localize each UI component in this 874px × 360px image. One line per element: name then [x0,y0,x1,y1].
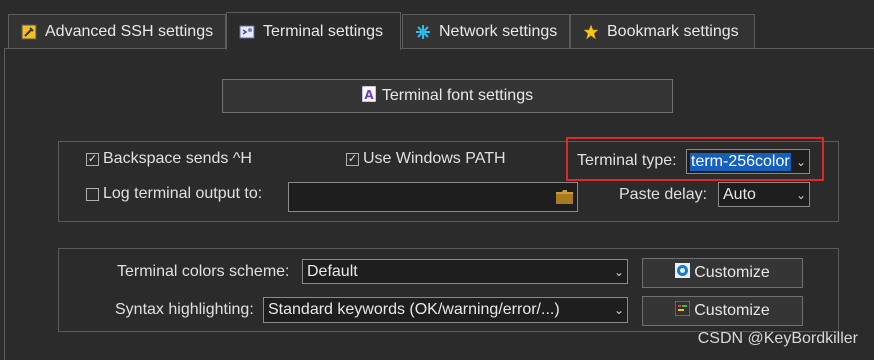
log-output-checkbox[interactable]: Log terminal output to: [86,185,262,203]
tab-bar: Advanced SSH settings Terminal settings … [0,0,874,50]
customize-label: Customize [694,264,770,281]
checkbox-box [86,187,99,201]
windows-path-checkbox[interactable]: ✓ Use Windows PATH [346,150,506,168]
colors-scheme-dropdown[interactable]: Default ⌄ [302,259,628,284]
folder-icon[interactable] [556,190,573,209]
chevron-down-icon: ⌄ [611,260,627,283]
highlight-box [566,137,824,181]
font-icon: A [361,85,377,107]
star-icon [583,24,599,40]
customize-syntax-button[interactable]: Customize [642,296,803,326]
log-output-label: Log terminal output to: [103,185,263,202]
terminal-font-settings-button[interactable]: A Terminal font settings [222,79,673,113]
tab-label: Bookmark settings [607,23,739,40]
syntax-highlighting-value: Standard keywords (OK/warning/error/...) [268,301,560,318]
watermark-text: CSDN @KeyBordkiller [697,330,858,347]
svg-text:A: A [364,88,374,102]
tab-network-settings[interactable]: Network settings [402,14,570,49]
font-button-label: Terminal font settings [381,87,534,104]
paste-delay-dropdown[interactable]: Auto ⌄ [718,182,810,207]
checkmark-icon: ✓ [346,152,359,166]
chevron-down-icon: ⌄ [611,298,627,322]
tab-label: Network settings [439,23,558,40]
checkmark-icon: ✓ [86,152,99,166]
wrench-icon [21,24,37,40]
colors-scheme-label: Terminal colors scheme: [117,263,290,280]
backspace-checkbox[interactable]: ✓ Backspace sends ^H [86,150,252,168]
log-output-path-input[interactable] [288,182,578,212]
tab-advanced-ssh[interactable]: Advanced SSH settings [8,14,226,49]
windows-path-label: Use Windows PATH [363,150,506,167]
tab-bookmark-settings[interactable]: Bookmark settings [570,14,755,49]
syntax-highlighting-dropdown[interactable]: Standard keywords (OK/warning/error/...)… [263,297,628,323]
tab-label: Advanced SSH settings [45,23,214,40]
syntax-highlighting-label: Syntax highlighting: [115,301,254,318]
palette-icon [675,263,691,283]
backspace-label: Backspace sends ^H [103,150,252,167]
customize-colors-button[interactable]: Customize [642,258,803,288]
paste-delay-label: Paste delay: [619,186,708,203]
tab-terminal-settings[interactable]: Terminal settings [226,12,401,50]
colors-scheme-value: Default [307,262,358,280]
syntax-icon [674,300,691,321]
customize-label: Customize [694,302,770,319]
terminal-icon [239,24,255,40]
paste-delay-value: Auto [723,185,756,203]
chevron-down-icon: ⌄ [793,183,809,206]
network-icon [415,24,431,40]
tab-label: Terminal settings [263,22,384,40]
